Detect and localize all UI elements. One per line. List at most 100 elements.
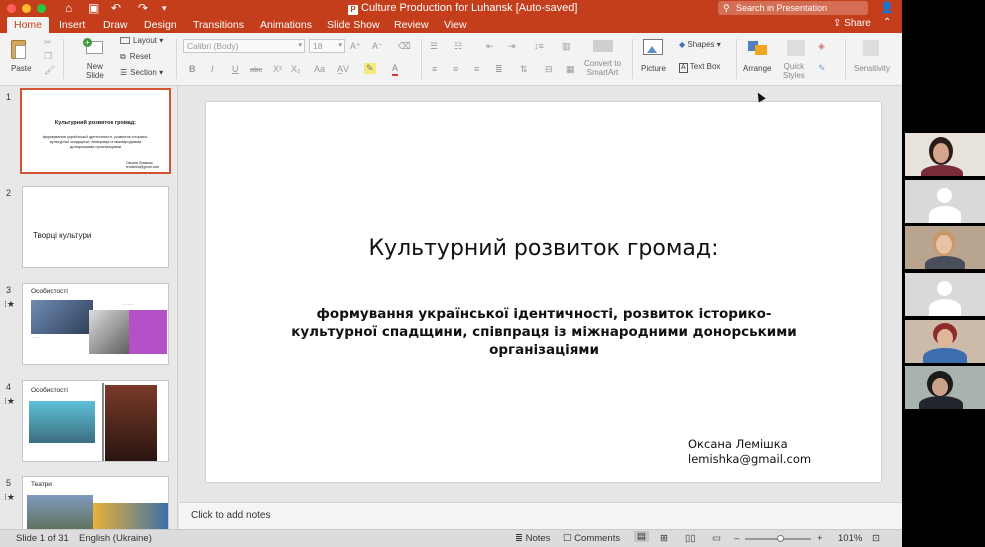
line-spacing-icon[interactable]: ↕≡ <box>534 41 544 52</box>
minimize-window-button[interactable] <box>22 4 31 13</box>
layout-button[interactable]: Layout ▾ <box>120 36 163 45</box>
slide-sorter-icon[interactable]: ⊞ <box>660 533 668 544</box>
justify-icon[interactable]: ≣ <box>495 64 503 75</box>
maximize-window-button[interactable] <box>37 4 46 13</box>
italic-icon[interactable]: I <box>211 64 214 75</box>
customize-toolbar-icon[interactable]: ▾ <box>162 1 167 15</box>
align-left-icon[interactable]: ≡ <box>432 64 437 75</box>
participant-video[interactable] <box>905 366 985 409</box>
arrange-icon[interactable] <box>748 39 770 57</box>
slide-thumbnail-2[interactable]: Творці культури <box>22 186 169 268</box>
align-center-icon[interactable]: ≡ <box>453 64 458 75</box>
slide-thumbnail-3[interactable]: Особистості ······· ········· <box>22 283 169 365</box>
slide-subtitle[interactable]: формування української ідентичності, роз… <box>284 305 804 359</box>
share-button[interactable]: ⇪ Share <box>833 18 871 29</box>
picture-icon[interactable] <box>643 39 663 55</box>
tab-insert[interactable]: Insert <box>59 18 85 32</box>
arrange-label[interactable]: Arrange <box>743 64 771 73</box>
slide-editor[interactable]: Культурний розвиток громад: формування у… <box>179 86 902 502</box>
slide-author-block[interactable]: Оксана Лемішка lemishka@gmail.com <box>688 437 811 467</box>
current-slide[interactable]: Культурний розвиток громад: формування у… <box>206 102 881 482</box>
language-indicator[interactable]: English (Ukraine) <box>79 533 152 544</box>
underline-icon[interactable]: U <box>232 64 239 75</box>
align-text-icon[interactable]: ⊟ <box>545 64 553 75</box>
home-icon[interactable]: ⌂ <box>65 1 72 15</box>
character-spacing-icon[interactable]: A̲V <box>337 64 349 75</box>
zoom-in-icon[interactable]: + <box>817 533 823 544</box>
slide-thumbnail-4[interactable]: Особистості <box>22 380 169 462</box>
columns-icon[interactable]: ▥ <box>562 41 571 52</box>
format-painter-icon[interactable]: 🖌 <box>44 65 55 76</box>
zoom-slider-thumb[interactable] <box>777 535 785 542</box>
copy-icon[interactable]: ❐ <box>44 51 52 62</box>
slide-title[interactable]: Культурний розвиток громад: <box>206 236 881 261</box>
numbering-icon[interactable]: ☷ <box>454 41 462 52</box>
text-direction-icon[interactable]: ⇅ <box>520 64 528 75</box>
sensitivity-label[interactable]: Sensitivity <box>854 64 890 73</box>
participant-video[interactable] <box>905 133 985 176</box>
font-color-icon[interactable]: A <box>392 63 399 76</box>
smartart-graphic-icon[interactable]: ▦ <box>566 64 575 75</box>
reset-button[interactable]: ⧉ Reset <box>120 52 151 62</box>
cut-icon[interactable]: ✂ <box>44 37 52 48</box>
redo-icon[interactable]: ↷ <box>138 1 148 15</box>
reading-view-icon[interactable]: ▯▯ <box>685 533 695 544</box>
tab-home[interactable]: Home <box>7 17 50 33</box>
picture-label[interactable]: Picture <box>641 64 666 73</box>
zoom-out-icon[interactable]: – <box>734 533 739 544</box>
section-button[interactable]: ☰ Section ▾ <box>120 68 163 77</box>
tab-transitions[interactable]: Transitions <box>193 18 244 32</box>
notes-pane[interactable]: Click to add notes <box>179 502 902 529</box>
participant-video-off[interactable] <box>905 273 985 316</box>
decrease-font-size-icon[interactable]: A⁻ <box>372 41 383 52</box>
tab-view[interactable]: View <box>444 18 467 32</box>
bold-icon[interactable]: B <box>189 64 196 75</box>
paste-button[interactable] <box>9 38 29 60</box>
new-slide-button[interactable]: + <box>83 38 105 58</box>
font-size-select[interactable]: 18 ▾ <box>309 39 345 53</box>
quick-styles-icon[interactable] <box>787 40 805 56</box>
clear-formatting-icon[interactable]: ⌫ <box>398 41 411 52</box>
change-case-icon[interactable]: Aa <box>314 64 325 75</box>
strikethrough-icon[interactable]: abc <box>250 64 262 75</box>
save-icon[interactable]: ▣ <box>88 1 99 15</box>
font-name-select[interactable]: Calibri (Body) ▾ <box>183 39 305 53</box>
tab-review[interactable]: Review <box>394 18 428 32</box>
highlight-icon[interactable]: ✎ <box>364 63 376 74</box>
tab-slide-show[interactable]: Slide Show <box>327 18 380 32</box>
text-box-button[interactable]: A Text Box <box>679 62 720 73</box>
close-window-button[interactable] <box>7 4 16 13</box>
convert-smartart-icon[interactable] <box>593 40 613 52</box>
sensitivity-icon[interactable] <box>863 40 879 56</box>
subscript-icon[interactable]: X₂ <box>291 64 301 75</box>
increase-font-size-icon[interactable]: A⁺ <box>350 41 361 52</box>
normal-view-icon[interactable]: ▤ <box>634 531 649 542</box>
search-input[interactable]: ⚲ Search in Presentation <box>718 1 868 15</box>
animation-star-icon: ⁝★ <box>4 492 15 502</box>
zoom-level[interactable]: 101% <box>838 533 862 544</box>
shape-outline-icon[interactable]: ✎ <box>818 63 826 74</box>
tab-design[interactable]: Design <box>144 18 177 32</box>
align-right-icon[interactable]: ≡ <box>474 64 479 75</box>
collapse-ribbon-icon[interactable]: ⌃ <box>883 17 891 28</box>
shapes-button[interactable]: ◆ Shapes ▾ <box>679 40 721 49</box>
increase-indent-icon[interactable]: ⇥ <box>508 41 516 52</box>
undo-icon[interactable]: ↶ <box>111 1 121 15</box>
participant-video[interactable] <box>905 320 985 363</box>
shape-fill-icon[interactable]: ◈ <box>818 41 825 52</box>
fit-slide-icon[interactable]: ⊡ <box>872 533 880 544</box>
participant-video-off[interactable] <box>905 180 985 223</box>
tab-draw[interactable]: Draw <box>103 18 128 32</box>
quick-styles-label[interactable]: Quick Styles <box>783 62 805 80</box>
bullets-icon[interactable]: ☰ <box>430 41 438 52</box>
slideshow-icon[interactable]: ▭ <box>712 533 721 544</box>
tab-animations[interactable]: Animations <box>260 18 312 32</box>
decrease-indent-icon[interactable]: ⇤ <box>486 41 494 52</box>
participant-video[interactable] <box>905 226 985 269</box>
slide-thumbnail-5[interactable]: Театри <box>22 476 169 529</box>
notes-toggle[interactable]: ≣ Notes <box>515 533 550 544</box>
superscript-icon[interactable]: X² <box>273 64 282 75</box>
profile-icon[interactable]: 👤 <box>880 1 894 14</box>
comments-toggle[interactable]: ☐ Comments <box>563 533 620 544</box>
slide-thumbnail-1[interactable]: Культурний розвиток громад: формування у… <box>20 88 171 174</box>
